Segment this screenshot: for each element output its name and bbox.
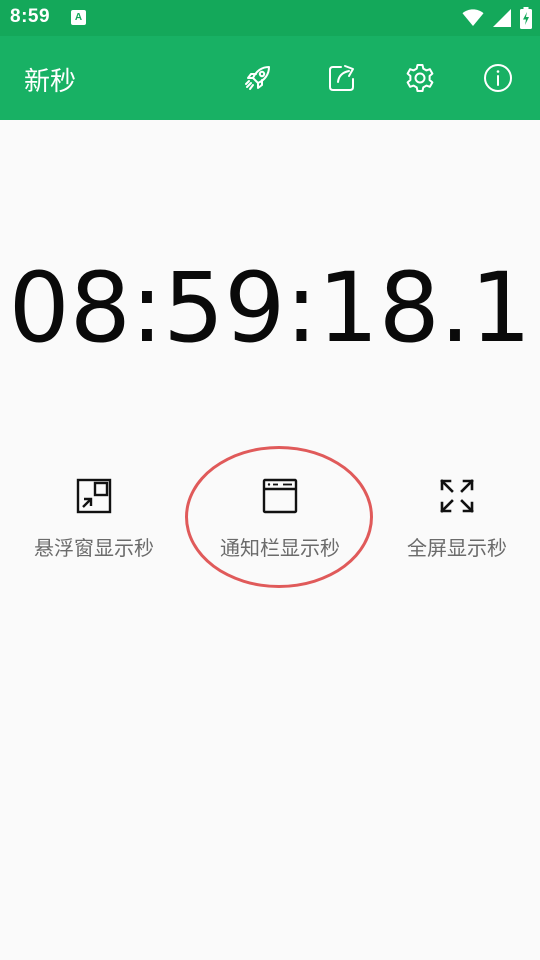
info-icon	[484, 64, 512, 92]
gear-icon	[406, 64, 434, 92]
fullscreen-label: 全屏显示秒	[407, 536, 507, 560]
floating-window-label: 悬浮窗显示秒	[34, 536, 154, 560]
settings-button[interactable]	[404, 62, 436, 94]
time-display: 08:59:18.1	[8, 252, 532, 364]
battery-charging-icon	[520, 7, 532, 33]
floating-window-option[interactable]: 悬浮窗显示秒	[4, 476, 184, 561]
share-button[interactable]	[326, 62, 358, 94]
notification-bar-icon	[262, 478, 298, 514]
notification-bar-option[interactable]: 通知栏显示秒	[190, 476, 370, 561]
status-bar: 8:59 A	[0, 0, 540, 36]
share-icon	[329, 65, 354, 91]
status-icons	[462, 7, 532, 33]
app-title: 新秒	[24, 67, 77, 97]
fullscreen-icon	[440, 479, 474, 513]
app-bar: 新秒	[0, 36, 540, 120]
info-button[interactable]	[482, 62, 514, 94]
rocket-button[interactable]	[242, 62, 274, 94]
notification-bar-label: 通知栏显示秒	[220, 536, 340, 560]
status-time: 8:59	[10, 6, 51, 27]
rocket-icon	[245, 66, 270, 90]
wifi-icon	[462, 9, 484, 31]
floating-window-icon	[76, 478, 112, 514]
fullscreen-option[interactable]: 全屏显示秒	[367, 476, 540, 561]
signal-icon	[492, 8, 512, 32]
app-notification-icon: A	[71, 10, 86, 25]
